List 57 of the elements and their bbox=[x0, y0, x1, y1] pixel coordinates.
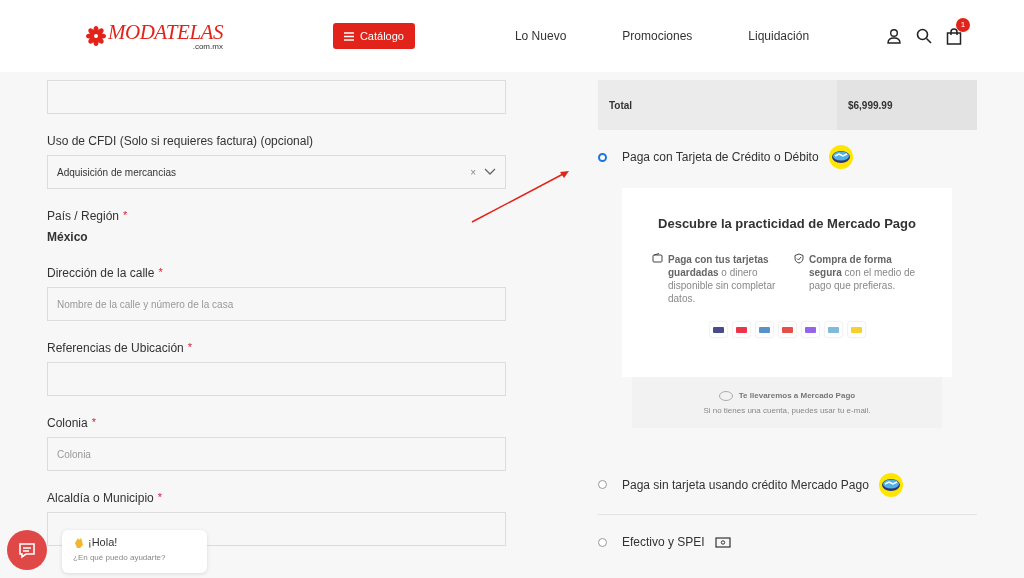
required-asterisk: * bbox=[187, 341, 193, 355]
select-field[interactable]: Adquisición de mercancias × bbox=[47, 155, 506, 189]
waving-hand-icon bbox=[73, 536, 84, 548]
banknote-icon bbox=[714, 536, 731, 548]
field-label: Uso de CFDI (Solo si requieres factura) (opcional) bbox=[47, 134, 314, 148]
menu-icon bbox=[343, 31, 354, 41]
payment-brand-icon bbox=[801, 322, 819, 337]
payment-brand-icon bbox=[824, 322, 842, 337]
radio-button[interactable] bbox=[598, 480, 607, 489]
shield-check-icon bbox=[794, 253, 804, 264]
payment-brand-icon bbox=[847, 322, 865, 337]
redirect-note: Si no tienes una cuenta, puedes usar tu e-mail. bbox=[703, 405, 871, 415]
payment-option-label[interactable]: Paga con Tarjeta de Crédito o Débito bbox=[622, 150, 819, 164]
required-asterisk: * bbox=[91, 416, 96, 430]
chat-icon bbox=[18, 541, 36, 559]
benefit-text: Compra de forma segura con el medio de pago que prefieras. bbox=[809, 253, 917, 292]
flower-icon bbox=[86, 26, 106, 46]
promo-title: Descubre la practicidad de Mercado Pago bbox=[658, 216, 916, 231]
shopping-bag-icon[interactable] bbox=[946, 27, 962, 45]
payment-option-label[interactable]: Efectivo y SPEI bbox=[622, 535, 705, 549]
payment-brand-icon bbox=[709, 322, 727, 337]
redirect-title: Te llevaremos a Mercado Pago bbox=[718, 390, 856, 401]
payment-brand-icon bbox=[755, 322, 773, 337]
input-field[interactable] bbox=[47, 362, 506, 396]
required-asterisk: * bbox=[157, 491, 162, 505]
cart-count-badge: 1 bbox=[956, 17, 970, 32]
payment-brand-icon bbox=[732, 322, 750, 337]
field-label: País / Región bbox=[47, 209, 120, 223]
field-label: Alcaldía o Municipio bbox=[47, 491, 154, 505]
field-label: Colonia bbox=[47, 416, 88, 430]
input-field[interactable] bbox=[47, 80, 506, 114]
field-label: Dirección de la calle bbox=[47, 266, 155, 280]
benefit-text: Paga con tus tarjetas guardadas o dinero disponible sin completar datos. bbox=[668, 253, 776, 305]
clear-button[interactable]: × bbox=[470, 166, 476, 178]
radio-button[interactable] bbox=[598, 152, 607, 162]
total-value: $6,999.99 bbox=[836, 80, 977, 130]
payment-option-label[interactable]: Paga sin tarjeta usando crédito Mercado Pago bbox=[622, 477, 869, 492]
user-icon[interactable] bbox=[886, 28, 902, 44]
search-icon[interactable] bbox=[916, 28, 932, 44]
chat-prompt: ¿En qué puedo ayudarte? bbox=[73, 553, 167, 562]
wallet-icon bbox=[652, 253, 663, 263]
field-label: Referencias de Ubicación bbox=[47, 341, 184, 355]
catalog-button[interactable]: Catálogo bbox=[332, 23, 415, 49]
field-value: México bbox=[47, 230, 89, 244]
payment-brand-icon bbox=[778, 322, 796, 337]
required-asterisk: * bbox=[158, 266, 163, 280]
nav-link[interactable]: Promociones bbox=[622, 29, 693, 43]
logo-text: MODATELAS bbox=[108, 21, 223, 43]
chat-button[interactable] bbox=[7, 530, 47, 570]
chevron-down-icon bbox=[484, 168, 496, 176]
required-asterisk: * bbox=[123, 209, 128, 223]
nav-link[interactable]: Liquidación bbox=[748, 29, 810, 43]
logo-domain: .com.mx bbox=[192, 42, 223, 51]
total-label: Total bbox=[598, 80, 837, 130]
nav-link[interactable]: Lo Nuevo bbox=[514, 29, 567, 43]
chat-greeting: ¡Hola! bbox=[88, 536, 118, 548]
radio-button[interactable] bbox=[598, 537, 607, 547]
